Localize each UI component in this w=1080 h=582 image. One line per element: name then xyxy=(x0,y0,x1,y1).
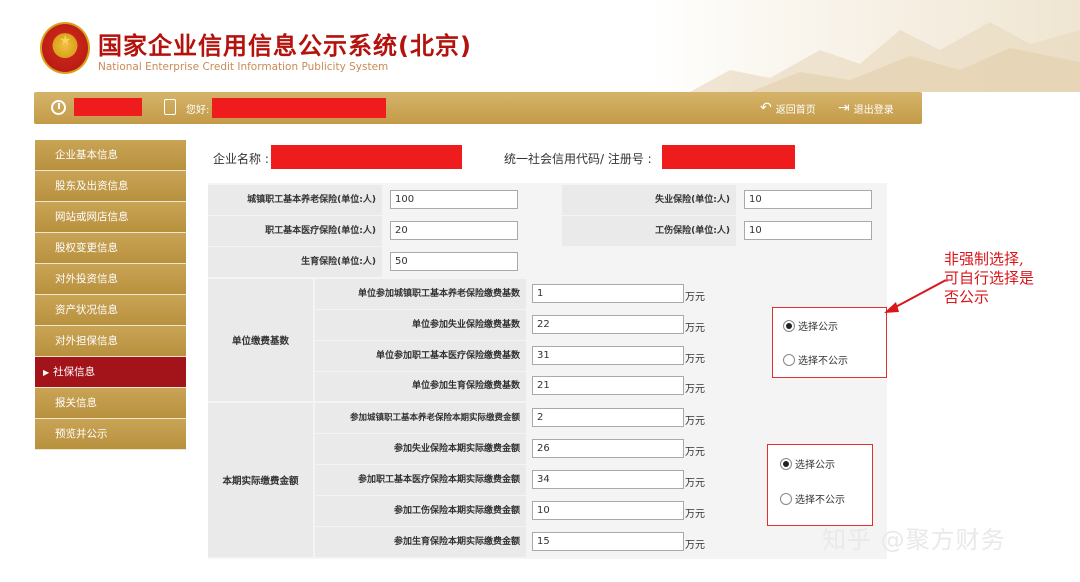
clock-icon xyxy=(51,100,66,115)
actual-row-input[interactable] xyxy=(532,501,684,520)
logout-label: 退出登录 xyxy=(853,104,894,116)
maternity-label: 生育保险(单位:人) xyxy=(208,247,382,277)
base-row-input[interactable] xyxy=(532,376,684,395)
unit-label: 万元 xyxy=(685,509,705,520)
unit-label: 万元 xyxy=(685,292,705,303)
unemployment-label: 失业保险(单位:人) xyxy=(562,185,736,215)
base-row-label: 单位参加生育保险缴费基数 xyxy=(315,372,526,401)
sidebar-item-shareholders[interactable]: 股东及出资信息 xyxy=(35,171,186,202)
unit-label: 万元 xyxy=(685,323,705,334)
site-title: 国家企业信用信息公示系统(北京) xyxy=(98,32,472,60)
credit-code-label: 统一社会信用代码/ 注册号 : xyxy=(504,152,652,166)
base-publish-radio-group: 选择公示 选择不公示 xyxy=(772,307,887,378)
actual-row-label: 参加城镇职工基本养老保险本期实际缴费金额 xyxy=(315,403,526,433)
radio-unchecked-icon[interactable] xyxy=(780,492,792,505)
sidebar-item-guarantee[interactable]: 对外担保信息 xyxy=(35,326,186,357)
watermark: 知乎 @聚方财务 xyxy=(822,526,1006,554)
actual-group-label: 本期实际缴费金额 xyxy=(208,403,313,557)
base-row-input[interactable] xyxy=(532,315,684,334)
sidebar-item-preview-publish[interactable]: 预览并公示 xyxy=(35,419,186,450)
site-subtitle: National Enterprise Credit Information P… xyxy=(98,61,389,73)
not-publish-label: 选择不公示 xyxy=(798,356,848,367)
base-row-label: 单位参加职工基本医疗保险缴费基数 xyxy=(315,341,526,371)
national-emblem-icon: ★ xyxy=(40,22,90,74)
sidebar-item-assets[interactable]: 资产状况信息 xyxy=(35,295,186,326)
radio-unchecked-icon[interactable] xyxy=(783,353,795,366)
sidebar-item-investment[interactable]: 对外投资信息 xyxy=(35,264,186,295)
actual-publish-option[interactable]: 选择公示 xyxy=(780,456,835,471)
sidebar-item-social-insurance[interactable]: ▶ 社保信息 xyxy=(35,357,186,388)
site-header: ★ 国家企业信用信息公示系统(北京) National Enterprise C… xyxy=(0,0,1080,92)
injury-label: 工伤保险(单位:人) xyxy=(562,216,736,246)
company-name-label: 企业名称 : xyxy=(213,152,269,166)
sidebar: 企业基本信息 股东及出资信息 网站或网店信息 股权变更信息 对外投资信息 资产状… xyxy=(35,140,186,450)
redacted-block xyxy=(74,98,142,116)
logout-button[interactable]: ⇥ 退出登录 xyxy=(838,99,894,117)
maternity-input[interactable] xyxy=(390,252,518,271)
unit-label: 万元 xyxy=(685,416,705,427)
medical-input[interactable] xyxy=(390,221,518,240)
radio-checked-icon[interactable] xyxy=(780,457,792,470)
actual-row-input[interactable] xyxy=(532,408,684,427)
greeting-text: 您好: xyxy=(186,105,210,116)
publish-label: 选择公示 xyxy=(795,460,835,471)
actual-row-label: 参加职工基本医疗保险本期实际缴费金额 xyxy=(315,465,526,495)
caret-right-icon: ▶ xyxy=(43,368,50,377)
redacted-company-name xyxy=(271,145,462,169)
actual-row-input[interactable] xyxy=(532,439,684,458)
actual-publish-radio-group: 选择公示 选择不公示 xyxy=(767,444,873,526)
return-icon: ↶ xyxy=(760,100,772,116)
unit-label: 万元 xyxy=(685,540,705,551)
actual-row-input[interactable] xyxy=(532,470,684,489)
base-not-publish-option[interactable]: 选择不公示 xyxy=(783,352,848,367)
actual-row-label: 参加工伤保险本期实际缴费金额 xyxy=(315,496,526,526)
medical-label: 职工基本医疗保险(单位:人) xyxy=(208,216,382,246)
redacted-credit-code xyxy=(662,145,795,169)
sidebar-item-equity-change[interactable]: 股权变更信息 xyxy=(35,233,186,264)
mountain-decoration xyxy=(690,22,1080,92)
annotation-note: 非强制选择, 可自行选择是 否公示 xyxy=(944,250,1035,306)
home-button[interactable]: ↶ 返回首页 xyxy=(760,99,816,117)
annotation-arrow-icon xyxy=(884,279,947,313)
injury-input[interactable] xyxy=(744,221,872,240)
logout-icon: ⇥ xyxy=(838,100,850,116)
unemployment-input[interactable] xyxy=(744,190,872,209)
redacted-username xyxy=(212,98,386,118)
actual-row-input[interactable] xyxy=(532,532,684,551)
actual-row-label: 参加生育保险本期实际缴费金额 xyxy=(315,527,526,557)
user-bar: 您好: ↶ 返回首页 ⇥ 退出登录 xyxy=(34,92,922,124)
sidebar-item-basic-info[interactable]: 企业基本信息 xyxy=(35,140,186,171)
home-label: 返回首页 xyxy=(775,104,816,116)
actual-not-publish-option[interactable]: 选择不公示 xyxy=(780,491,845,506)
unit-label: 万元 xyxy=(685,478,705,489)
user-icon xyxy=(164,99,176,115)
sidebar-item-website[interactable]: 网站或网店信息 xyxy=(35,202,186,233)
unit-label: 万元 xyxy=(685,384,705,395)
base-row-input[interactable] xyxy=(532,284,684,303)
publish-label: 选择公示 xyxy=(798,322,838,333)
sidebar-item-customs[interactable]: 报关信息 xyxy=(35,388,186,419)
base-row-label: 单位参加失业保险缴费基数 xyxy=(315,310,526,340)
radio-checked-icon[interactable] xyxy=(783,319,795,332)
base-row-input[interactable] xyxy=(532,346,684,365)
base-group-label: 单位缴费基数 xyxy=(208,279,313,401)
urban-pension-label: 城镇职工基本养老保险(单位:人) xyxy=(208,185,382,215)
base-row-label: 单位参加城镇职工基本养老保险缴费基数 xyxy=(315,279,526,309)
base-publish-option[interactable]: 选择公示 xyxy=(783,318,838,333)
unit-label: 万元 xyxy=(685,447,705,458)
actual-row-label: 参加失业保险本期实际缴费金额 xyxy=(315,434,526,464)
unit-label: 万元 xyxy=(685,354,705,365)
social-insurance-form: 城镇职工基本养老保险(单位:人) 失业保险(单位:人) 职工基本医疗保险(单位:… xyxy=(208,183,887,559)
urban-pension-input[interactable] xyxy=(390,190,518,209)
not-publish-label: 选择不公示 xyxy=(795,495,845,506)
